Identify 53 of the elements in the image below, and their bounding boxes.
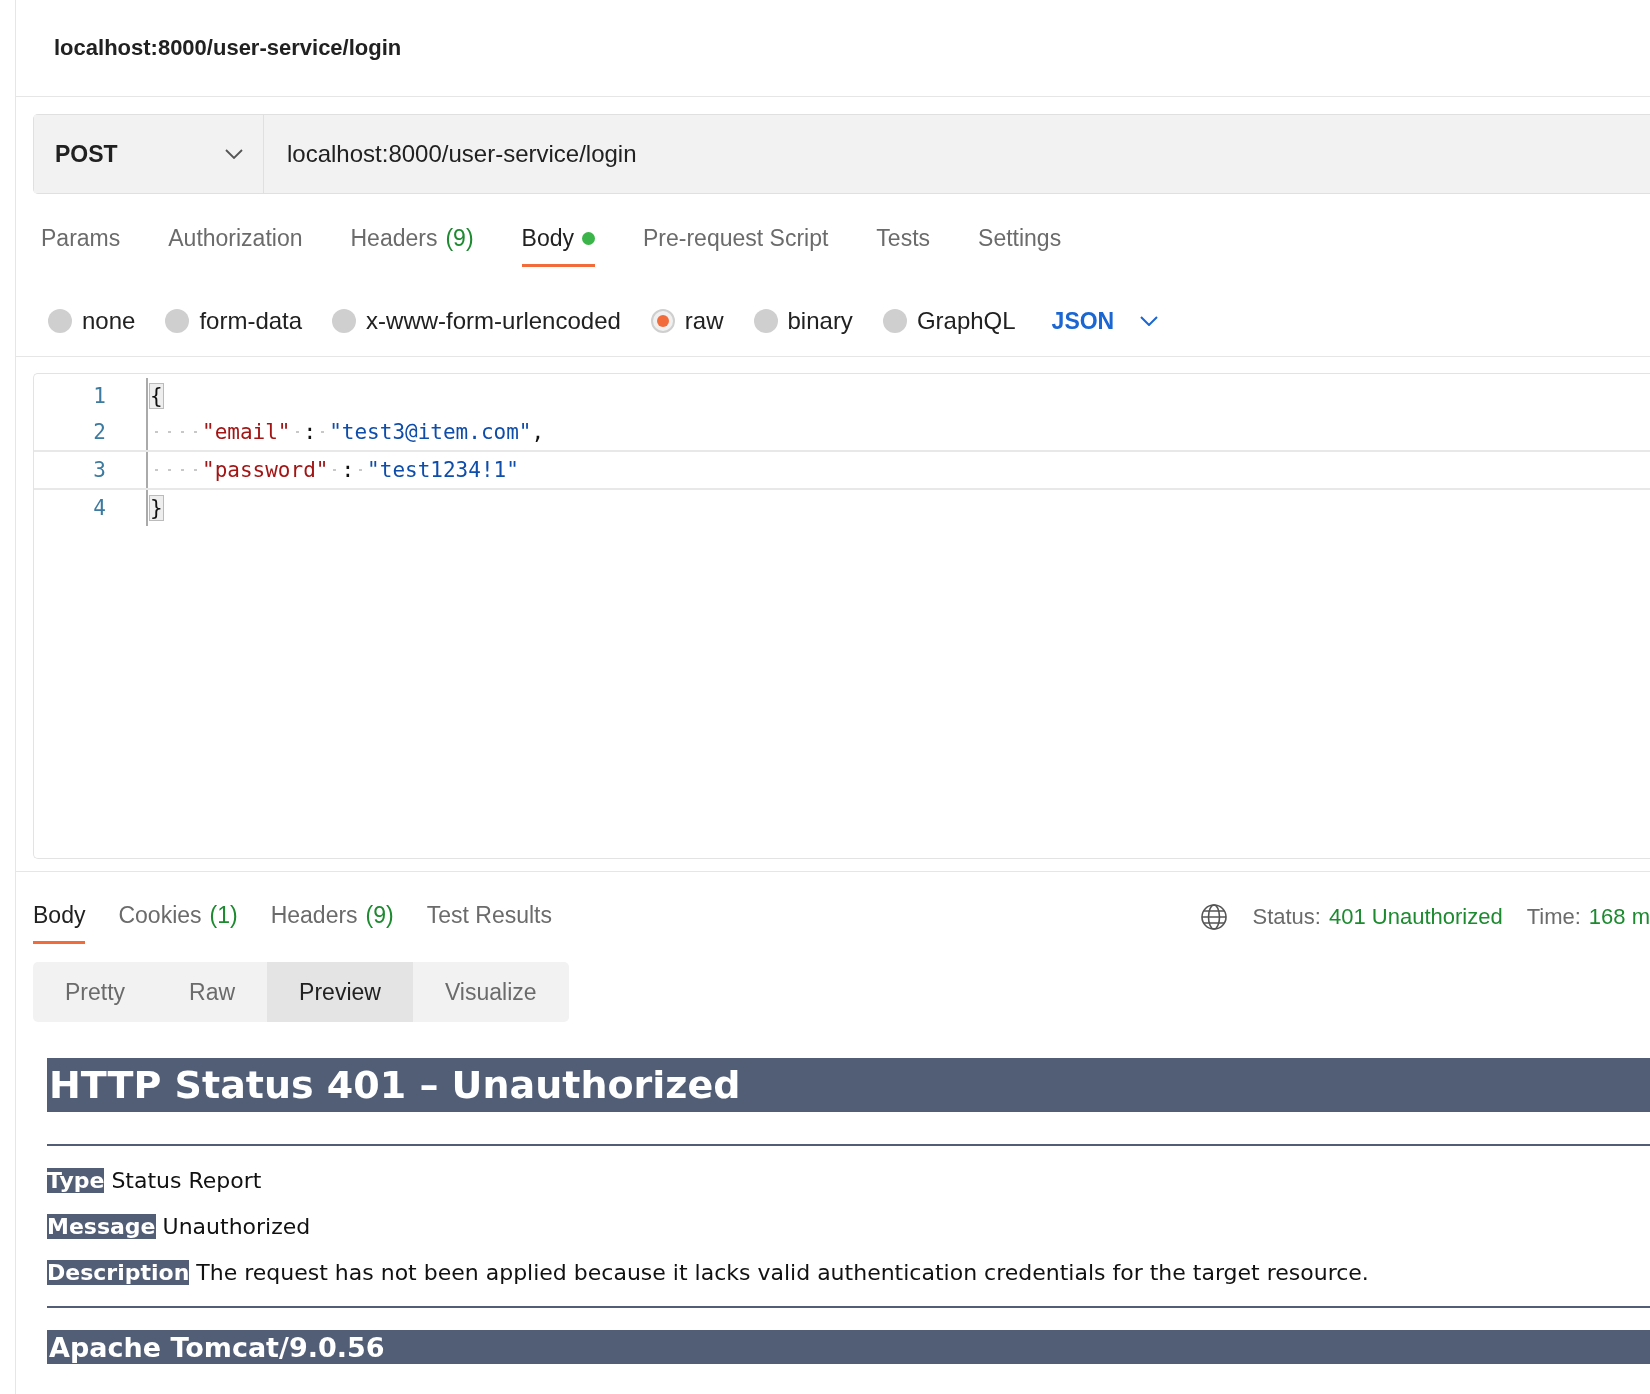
request-tab[interactable]: Pre-request Script [643,213,829,267]
request-tab[interactable]: Params [41,213,121,267]
request-tab[interactable]: Headers (9) [350,213,474,267]
request-title: localhost:8000/user-service/login [54,35,402,61]
status-value: 401 Unauthorized [1328,904,1503,930]
json-punctuation: : [303,420,317,444]
line-number: 2 [92,420,106,444]
line-number: 3 [92,458,106,482]
json-key: "password" [202,458,329,482]
error-detail: Type Status Report [47,1168,263,1193]
request-tab[interactable]: Tests [876,213,931,267]
error-heading: HTTP Status 401 – Unauthorized [47,1058,1650,1112]
body-type-radio[interactable]: GraphQL [882,307,1016,335]
request-tab[interactable]: Authorization [168,213,303,267]
view-mode-tab[interactable]: Pretty [33,962,158,1022]
json-string: "test3@item.com" [329,420,532,444]
body-type-radio[interactable]: x-www-form-urlencoded [332,307,621,335]
json-string: "test1234!1" [367,458,519,482]
globe-icon[interactable] [1200,903,1229,931]
json-punctuation: , [531,420,545,444]
brace: { [150,384,163,408]
view-mode-tab[interactable]: Visualize [412,962,569,1022]
format-dropdown[interactable]: JSON [1051,307,1159,335]
brace: } [150,496,163,520]
status-label: Status: [1252,904,1321,930]
error-detail: Description The request has not been applied because it lacks valid authentication credentials for the target resource. [47,1260,1370,1285]
radio-button-icon[interactable] [332,309,357,333]
json-punctuation: : [341,458,355,482]
view-mode-tab[interactable]: Raw [157,962,268,1022]
radio-button-icon[interactable] [650,309,675,333]
request-tab[interactable]: Settings [978,213,1062,267]
response-tab[interactable]: Cookies (1) [118,890,238,944]
view-mode-tab[interactable]: Preview [267,962,413,1022]
response-tab[interactable]: Headers (9) [270,890,394,944]
line-number: 4 [92,496,106,520]
line-number: 1 [92,384,106,408]
time-value: 168 m [1588,904,1650,930]
error-detail: Message Unauthorized [47,1214,312,1239]
radio-button-icon[interactable] [165,309,190,333]
response-tab[interactable]: Body [33,890,86,944]
body-type-radio[interactable]: raw [650,307,724,335]
json-key: "email" [202,420,291,444]
radio-button-icon[interactable] [882,309,907,333]
response-tab[interactable]: Test Results [426,890,552,944]
time-label: Time: [1526,904,1581,930]
body-type-radio[interactable]: none [48,307,136,335]
server-footer: Apache Tomcat/9.0.56 [47,1330,1650,1364]
chevron-down-icon [1140,316,1159,326]
radio-button-icon[interactable] [48,309,72,333]
radio-button-icon[interactable] [753,309,778,333]
request-tab[interactable]: Body [521,213,595,267]
body-type-radio[interactable]: binary [753,307,853,335]
body-type-radio[interactable]: form-data [165,307,303,335]
